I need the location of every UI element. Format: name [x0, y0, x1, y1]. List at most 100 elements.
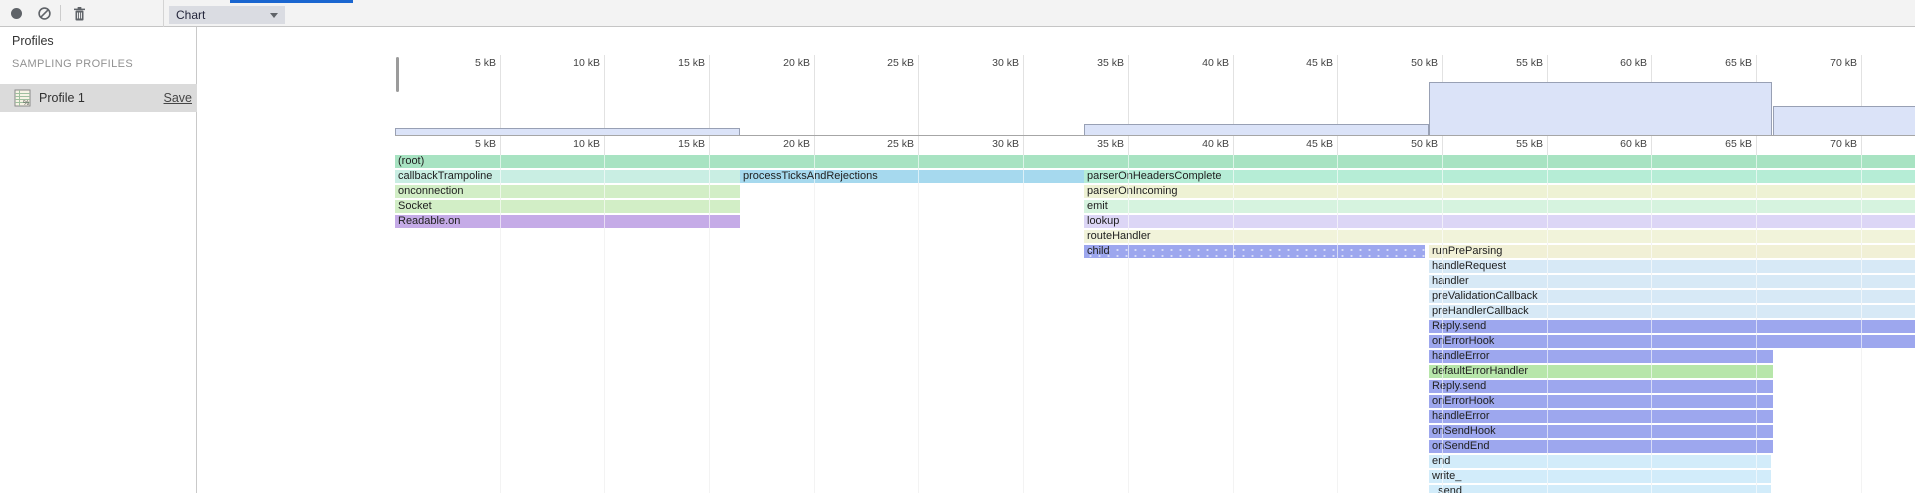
axis-tick-label: 50 kB: [1382, 57, 1438, 69]
clear-button[interactable]: [32, 0, 56, 27]
overview-area-segment[interactable]: [1773, 106, 1915, 135]
grid-line-overlay: [500, 155, 501, 493]
flame-frame[interactable]: Reply.send: [1429, 320, 1915, 333]
memory-profiler-panel: Chart Profiles SAMPLING PROFILES % Profi…: [0, 0, 1915, 493]
flame-frame-label: emit: [1087, 200, 1108, 212]
axis-tick-label: 10 kB: [544, 138, 600, 150]
axis-tick-label: 60 kB: [1591, 138, 1647, 150]
flame-frame[interactable]: onSendHook: [1429, 425, 1773, 438]
record-button[interactable]: [4, 0, 28, 27]
flame-frame[interactable]: (root): [395, 155, 1915, 168]
sampling-profile-icon: %: [14, 89, 32, 107]
svg-text:%: %: [23, 100, 29, 107]
delete-profile-button[interactable]: [66, 0, 92, 27]
chevron-down-icon: [270, 13, 278, 18]
flame-frame-label: defaultErrorHandler: [1432, 365, 1528, 377]
trash-icon: [73, 7, 86, 21]
flame-frame[interactable]: write_: [1429, 470, 1771, 483]
axis-tick-label: 75 kB: [1905, 57, 1915, 69]
record-icon: [11, 8, 22, 19]
axis-tick-label: 65 kB: [1696, 57, 1752, 69]
flame-frame[interactable]: preValidationCallback: [1429, 290, 1915, 303]
flame-frame[interactable]: Reply.send: [1429, 380, 1773, 393]
axis-tick-label: 15 kB: [649, 57, 705, 69]
axis-tick-label: 5 kB: [440, 138, 496, 150]
flame-frame[interactable]: lookup: [1084, 215, 1915, 228]
flame-frame-label: parserOnIncoming: [1087, 185, 1178, 197]
flame-frame-label: (root): [398, 155, 424, 167]
axis-tick-label: 75 kB: [1905, 138, 1915, 150]
flame-frame[interactable]: emit: [1084, 200, 1915, 213]
axis-tick-label: 70 kB: [1801, 138, 1857, 150]
grid-line-overlay: [1233, 155, 1234, 493]
flame-frame[interactable]: handleError: [1429, 410, 1773, 423]
axis-tick-label: 40 kB: [1173, 138, 1229, 150]
axis-tick-label: 55 kB: [1487, 57, 1543, 69]
toolbar-pane-divider: [163, 0, 164, 27]
flame-frame[interactable]: Readable.on: [395, 215, 740, 228]
flame-frame[interactable]: handler: [1429, 275, 1915, 288]
axis-tick-label: 60 kB: [1591, 57, 1647, 69]
flame-frame[interactable]: end: [1429, 455, 1771, 468]
view-mode-select[interactable]: Chart: [169, 6, 285, 24]
axis-tick-label: 40 kB: [1173, 57, 1229, 69]
sidebar-item-profile-1[interactable]: % Profile 1 Save: [0, 84, 197, 112]
flame-frame[interactable]: _send: [1429, 485, 1771, 493]
flame-frame[interactable]: defaultErrorHandler: [1429, 365, 1773, 378]
toolbar: Chart: [0, 0, 1915, 27]
flame-frame-label: onSendEnd: [1432, 440, 1490, 452]
grid-line-overlay: [814, 155, 815, 493]
profile-name: Profile 1: [39, 91, 85, 105]
profiles-sidebar: Profiles SAMPLING PROFILES % Profile 1 S…: [0, 27, 197, 493]
flame-chart-pane: 5 kB10 kB15 kB20 kB25 kB30 kB35 kB40 kB4…: [197, 27, 1915, 493]
axis-tick-label: 50 kB: [1382, 138, 1438, 150]
flame-frame-label: Reply.send: [1432, 380, 1486, 392]
overview-area-segment[interactable]: [1429, 82, 1772, 135]
flame-frame-label: Socket: [398, 200, 432, 212]
toolbar-divider: [60, 5, 61, 21]
flame-frame[interactable]: routeHandler: [1084, 230, 1915, 243]
flame-frame-label: _send: [1432, 485, 1462, 493]
overview-area-segment[interactable]: [395, 128, 740, 135]
overview-area-segment[interactable]: [1084, 124, 1429, 135]
flame-frame[interactable]: child: [1084, 245, 1425, 258]
flame-frame[interactable]: onErrorHook: [1429, 395, 1773, 408]
flame-frame[interactable]: onconnection: [395, 185, 740, 198]
flame-frame[interactable]: callbackTrampoline: [395, 170, 740, 183]
flame-frame[interactable]: onErrorHook: [1429, 335, 1915, 348]
axis-tick-label: 30 kB: [963, 57, 1019, 69]
flame-frame-label: routeHandler: [1087, 230, 1151, 242]
flame-frame-label: parserOnHeadersComplete: [1087, 170, 1222, 182]
flame-frame-label: onconnection: [398, 185, 463, 197]
flame-frame-label: processTicksAndRejections: [743, 170, 878, 182]
flame-frame[interactable]: handleRequest: [1429, 260, 1915, 273]
flame-frame-label: write_: [1432, 470, 1461, 482]
flame-frame-label: lookup: [1087, 215, 1119, 227]
grid-line-overlay: [1337, 155, 1338, 493]
flame-frame[interactable]: onSendEnd: [1429, 440, 1773, 453]
flame-frame[interactable]: parserOnIncoming: [1084, 185, 1915, 198]
flame-frame-label: Reply.send: [1432, 320, 1486, 332]
grid-line-overlay: [1547, 155, 1548, 493]
vertical-scrollbar-thumb[interactable]: [396, 57, 399, 92]
flame-frame[interactable]: preHandlerCallback: [1429, 305, 1915, 318]
grid-line-overlay: [1651, 155, 1652, 493]
grid-line-overlay: [604, 155, 605, 493]
flame-frame-label: preHandlerCallback: [1432, 305, 1529, 317]
grid-line-overlay: [1128, 155, 1129, 493]
grid-line-overlay: [1023, 155, 1024, 493]
flame-frame[interactable]: runPreParsing: [1429, 245, 1915, 258]
flame-frame-label: Readable.on: [398, 215, 460, 227]
flame-frame[interactable]: parserOnHeadersComplete: [1084, 170, 1915, 183]
axis-tick-label: 30 kB: [963, 138, 1019, 150]
flame-frame[interactable]: Socket: [395, 200, 740, 213]
axis-tick-label: 35 kB: [1068, 57, 1124, 69]
axis-tick-label: 45 kB: [1277, 57, 1333, 69]
save-profile-link[interactable]: Save: [164, 91, 193, 105]
flame-frame[interactable]: processTicksAndRejections: [740, 170, 1084, 183]
axis-tick-label: 70 kB: [1801, 57, 1857, 69]
axis-tick-label: 25 kB: [858, 138, 914, 150]
flame-frame[interactable]: handleError: [1429, 350, 1773, 363]
flame-frame-label: handleError: [1432, 350, 1489, 362]
axis-tick-label: 45 kB: [1277, 138, 1333, 150]
